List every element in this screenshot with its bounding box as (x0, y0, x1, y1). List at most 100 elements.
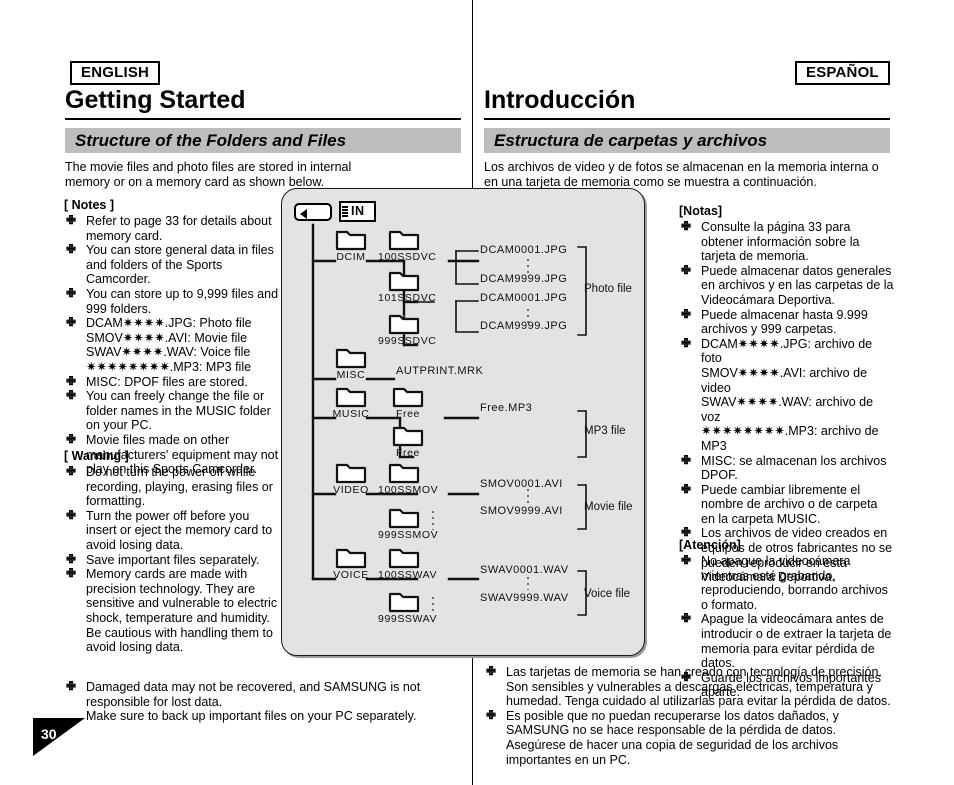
folder-node: DCIM (335, 229, 377, 263)
folder-node: 999SSDVC (378, 313, 436, 347)
bullet-icon: ✙ (681, 335, 692, 350)
folder-icon (335, 386, 377, 408)
list-item-text: DCAM✷✷✷✷.JPG: Photo file SMOV✷✷✷✷.AVI: M… (86, 316, 252, 374)
list-item: ✙ Es posible que no puedan recuperarse lo… (484, 708, 894, 767)
file-group-label: Movie file (584, 501, 633, 513)
folder-node: Free (392, 386, 434, 420)
folder-node: 100SSDVC (378, 229, 436, 263)
list-item-text: Damaged data may not be recovered, and S… (86, 680, 421, 709)
title-rule-spanish (484, 118, 890, 120)
bottom-notes-english: ✙ Damaged data may not be recovered, and … (64, 679, 484, 724)
list-item: ✙ DCAM✷✷✷✷.JPG: archivo de foto SMOV✷✷✷✷.… (679, 335, 894, 454)
list-item: ✙ Turn the power off before you insert or… (64, 507, 280, 553)
folder-icon (388, 313, 430, 335)
bullet-icon: ✙ (681, 262, 692, 277)
list-item-text: Es posible que no puedan recuperarse los… (506, 708, 839, 767)
folder-icon (392, 425, 434, 447)
bullet-icon: ✙ (486, 664, 497, 678)
folder-label: 100SSDVC (378, 251, 437, 263)
list-item: ✙ Puede almacenar hasta 9.999 archivos y … (679, 306, 894, 337)
folder-icon (392, 386, 434, 408)
notes-heading-spanish: [Notas] (679, 204, 723, 218)
list-item: ✙ No apague la videocámara mientras esté … (679, 553, 894, 612)
list-item: ✙ Puede cambiar libremente el nombre de a… (679, 482, 894, 527)
folder-icon (388, 507, 430, 529)
bottom-list-english: ✙ Damaged data may not be recovered, and … (64, 679, 484, 724)
folder-label: Free (396, 447, 420, 459)
list-item: ✙ Save important files separately. (64, 551, 280, 568)
file-label: AUTPRINT.MRK (396, 365, 484, 377)
language-badge-spanish: ESPAÑOL (795, 61, 890, 85)
file-group-label: Voice file (584, 588, 631, 600)
notes-list-english: ✙ Refer to page 33 for details about memo… (64, 213, 280, 477)
notes-block-spanish: [Notas] ✙ Consulte la página 33 para obte… (679, 203, 894, 585)
folder-label: 100SSMOV (378, 484, 439, 496)
notes-heading-english: [ Notes ] (64, 198, 114, 212)
folder-icon (335, 229, 377, 251)
bullet-icon: ✙ (66, 551, 77, 566)
list-item: ✙ Las tarjetas de memoria se han creado c… (484, 664, 894, 709)
list-item-text: You can freely change the file or folder… (86, 389, 271, 433)
bullet-icon: ✙ (681, 306, 692, 321)
file-label: DCAM0001.JPG (480, 244, 568, 256)
bullet-icon: ✙ (681, 452, 692, 467)
file-label: SWAV9999.WAV (480, 592, 569, 604)
bullet-icon: ✙ (66, 315, 77, 330)
file-label: DCAM9999.JPG (480, 320, 568, 332)
list-item: ✙ Refer to page 33 for details about memo… (64, 213, 280, 243)
folder-icon (335, 547, 377, 569)
list-item-text: Puede almacenar hasta 9.999 archivos y 9… (701, 307, 868, 337)
folder-label: DCIM (336, 251, 366, 263)
folder-icon (335, 347, 377, 369)
folder-node: VOICE (333, 547, 377, 581)
section-header-spanish: Estructura de carpetas y archivos (484, 128, 890, 153)
list-item-text: You can store general data in files and … (86, 243, 274, 287)
list-item: ✙ You can freely change the file or folde… (64, 388, 280, 433)
file-label: SWAV0001.WAV (480, 564, 569, 576)
bullet-icon: ✙ (66, 566, 77, 581)
bullet-icon: ✙ (66, 373, 77, 388)
notes-block-english: [ Notes ] ✙ Refer to page 33 for details … (64, 197, 280, 477)
manual-page: ENGLISH Getting Started Structure of the… (0, 0, 954, 785)
notes-list-spanish: ✙ Consulte la página 33 para obtener info… (679, 219, 894, 585)
folder-icon (388, 270, 430, 292)
file-group-label: MP3 file (584, 425, 626, 437)
folder-node: MISC (335, 347, 377, 381)
folder-icon (388, 229, 430, 251)
bottom-list-spanish: ✙ Las tarjetas de memoria se han creado c… (484, 664, 894, 767)
file-label: DCAM9999.JPG (480, 273, 568, 285)
list-item: ✙ Damaged data may not be recovered, and … (64, 679, 484, 709)
list-item-text: Do not turn the power off while recordin… (86, 465, 273, 509)
folder-icon (388, 591, 430, 613)
folder-node: 999SSMOV (378, 507, 438, 541)
folder-label: Free (396, 408, 420, 420)
list-item: ✙ You can store up to 9,999 files and 999… (64, 285, 280, 316)
page-number: 30 (41, 726, 57, 742)
folder-node: 100SSMOV (378, 462, 438, 496)
folder-node: 999SSWAV (378, 591, 436, 625)
list-item: ✙ Apague la videocámara antes de introduc… (679, 611, 894, 671)
folder-icon (335, 462, 377, 484)
list-item-text: Consulte la página 33 para obtener infor… (701, 220, 860, 264)
file-label: SMOV0001.AVI (480, 478, 563, 490)
list-item-text: DCAM✷✷✷✷.JPG: archivo de foto SMOV✷✷✷✷.A… (701, 336, 879, 453)
list-item: ✙ You can store general data in files and… (64, 242, 280, 287)
bullet-icon: ✙ (66, 679, 77, 693)
bullet-icon: ✙ (66, 213, 77, 227)
bullet-icon: ✙ (66, 507, 77, 522)
bullet-icon: ✙ (66, 285, 77, 300)
list-item-text: Save important files separately. (86, 552, 260, 567)
intro-paragraph-spanish: Los archivos de video y de fotos se alma… (484, 160, 879, 189)
list-item: ✙ Consulte la página 33 para obtener info… (679, 219, 894, 264)
folder-label: 100SSWAV (378, 569, 438, 581)
list-item: Make sure to back up important files on … (64, 709, 484, 724)
folder-label: VOICE (333, 569, 369, 581)
folder-icon (388, 462, 430, 484)
file-label: Free.MP3 (480, 402, 533, 414)
warning-block-english: [ Warning ] ✙ Do not turn the power off w… (64, 448, 280, 655)
list-item-text: Apague la videocámara antes de introduci… (701, 612, 892, 671)
list-item: ✙ Puede almacenar datos generales en arch… (679, 262, 894, 308)
folder-node: MUSIC (333, 386, 377, 420)
list-item: ✙ Memory cards are made with precision te… (64, 566, 280, 655)
folder-node: Free (392, 425, 434, 459)
